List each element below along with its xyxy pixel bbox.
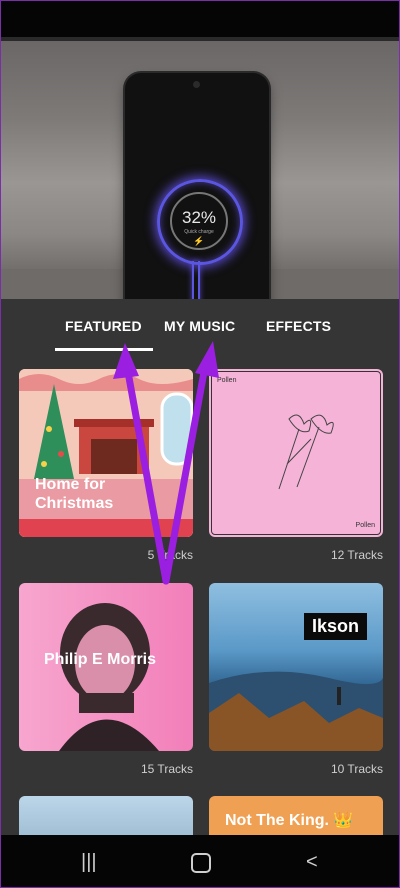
album-card-ikson[interactable]: Ikson xyxy=(209,583,383,751)
flower-icon xyxy=(278,414,334,490)
tab-my-music[interactable]: MY MUSIC xyxy=(164,318,235,334)
album-card-home-for-christmas[interactable]: Home for Christmas xyxy=(19,369,193,537)
track-count: 5 Tracks xyxy=(147,548,193,562)
album-title: Ikson xyxy=(304,613,368,640)
camera-icon xyxy=(193,81,200,88)
tab-featured[interactable]: FEATURED xyxy=(65,318,142,334)
track-count: 15 Tracks xyxy=(140,762,193,776)
video-preview[interactable]: 32% Quick charge ⚡ xyxy=(1,41,399,299)
preview-phone: 32% Quick charge ⚡ xyxy=(125,73,269,299)
recents-icon[interactable]: ||| xyxy=(81,851,97,874)
album-title: Not The King. 👑 xyxy=(225,812,354,829)
track-count: 10 Tracks xyxy=(330,762,383,776)
album-card-philip-e-morris[interactable]: Philip E Morris xyxy=(19,583,193,751)
selected-tab-indicator xyxy=(55,348,153,351)
mountain-artwork xyxy=(209,671,383,751)
app-frame: 32% Quick charge ⚡ FEATURED MY MUSIC EFF… xyxy=(0,0,400,888)
charge-percent: 32% xyxy=(181,208,217,227)
charging-cable xyxy=(192,261,200,299)
home-icon[interactable] xyxy=(191,849,211,873)
track-count: 12 Tracks xyxy=(330,548,383,562)
charging-ring: 32% Quick charge ⚡ xyxy=(157,179,243,265)
bolt-icon: ⚡ xyxy=(193,236,205,246)
tab-effects[interactable]: EFFECTS xyxy=(266,318,331,334)
album-title: Home for Christmas xyxy=(35,476,114,512)
status-bar xyxy=(1,1,399,41)
music-tabs: FEATURED MY MUSIC EFFECTS xyxy=(1,301,399,355)
system-nav-bar: ||| < xyxy=(1,835,399,887)
album-title: Philip E Morris xyxy=(44,651,157,668)
charge-label: Quick charge xyxy=(184,229,214,235)
album-card-pollen[interactable]: Pollen Pollen xyxy=(209,369,383,537)
back-icon[interactable]: < xyxy=(306,851,318,874)
